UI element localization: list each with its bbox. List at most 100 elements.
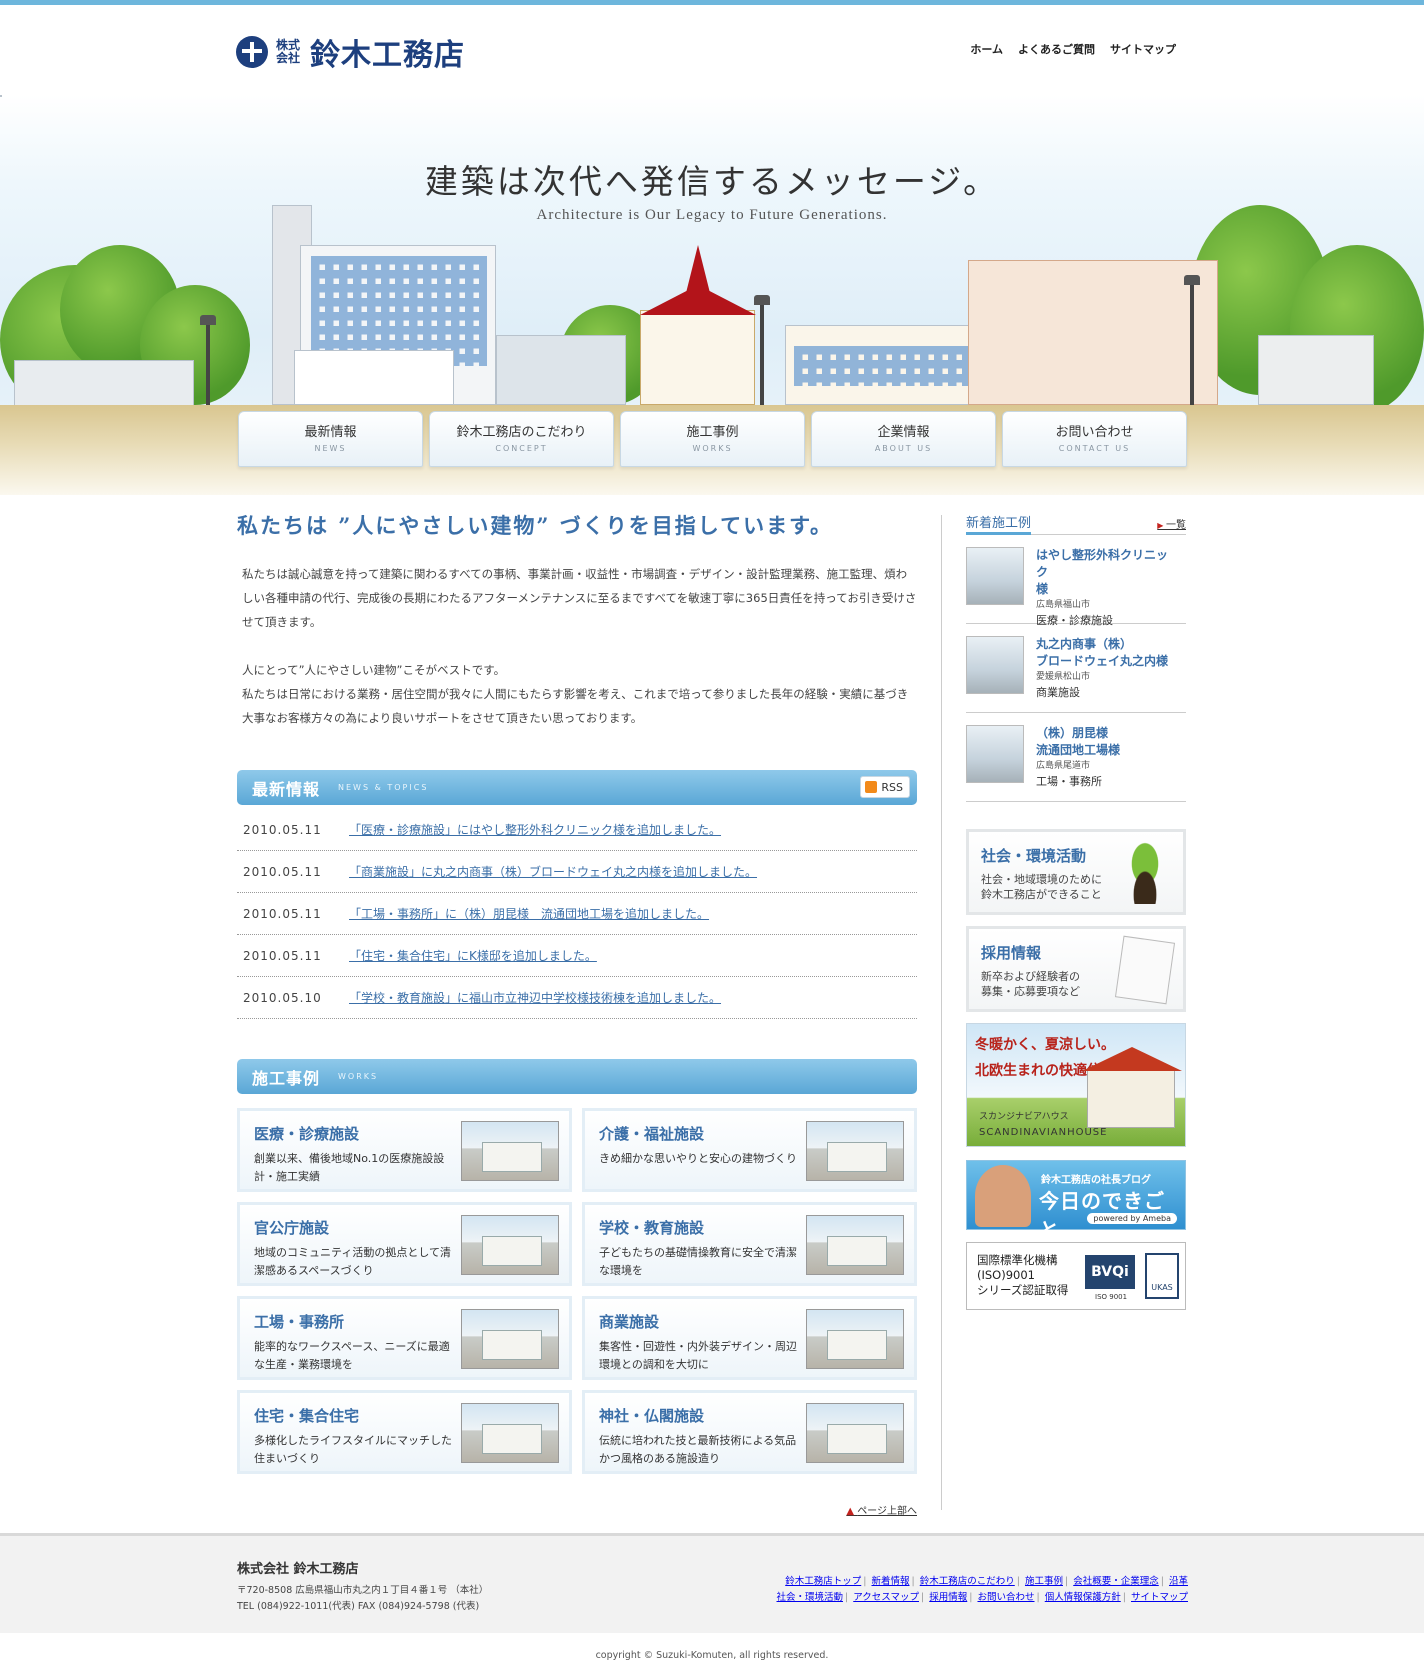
main-nav-sublabel: WORKS	[692, 444, 733, 453]
recruit-banner[interactable]: 採用情報 新卒および経験者の 募集・応募要項など	[966, 926, 1186, 1012]
iso-certification-banner[interactable]: 国際標準化機構 (ISO)9001 シリーズ認証取得 BVQi ISO 9001 U…	[966, 1242, 1186, 1310]
footer-link[interactable]: 施工事例	[1025, 1576, 1063, 1587]
news-item: 2010.05.11 「住宅・集合住宅」にK様邸を追加しました。	[237, 935, 917, 977]
new-work-category: 医療・診療施設	[1036, 614, 1113, 627]
footer-link[interactable]: 鈴木工務店トップ	[785, 1576, 861, 1587]
top-nav-faq[interactable]: よくあるご質問	[1018, 41, 1095, 57]
work-card-photo	[461, 1121, 559, 1181]
footer-link[interactable]: 会社概要・企業理念	[1073, 1576, 1159, 1587]
news-item: 2010.05.11 「商業施設」に丸之内商事（株）ブロードウェイ丸之内様を追加…	[237, 851, 917, 893]
blog-caption: 鈴木工務店の社長ブログ	[1041, 1175, 1151, 1186]
main-nav: 最新情報 NEWS 鈴木工務店のこだわり CONCEPT 施工事例 WORKS …	[238, 411, 1187, 467]
work-card-welfare[interactable]: 介護・福祉施設 きめ細かな思いやりと安心の建物づくり	[582, 1108, 917, 1192]
president-blog-banner[interactable]: 鈴木工務店の社長ブログ 今日のできごと powered by Ameba	[966, 1160, 1186, 1242]
new-work-item[interactable]: 丸之内商事（株） ブロードウェイ丸之内様 愛媛県松山市 商業施設	[966, 624, 1186, 713]
new-work-category: 商業施設	[1036, 686, 1080, 699]
news-header: 最新情報 NEWS & TOPICS RSS	[237, 770, 917, 805]
new-work-info: （株）朋昆様 流通団地工場様 広島県尾道市 工場・事務所	[1024, 725, 1174, 801]
eco-activities-banner[interactable]: 社会・環境活動 社会・地域環境のために 鈴木工務店ができること	[966, 829, 1186, 915]
scandinavian-house-banner[interactable]: 冬暖かく、夏涼しい。 北欧生まれの快適住宅。 スカンジナビアハウス SCANDI…	[966, 1023, 1186, 1147]
main-content: 私たちは ”人にやさしい建物” づくりを目指しています。 私たちは誠心誠意を持っ…	[237, 510, 917, 1517]
banner-brand-kana: スカンジナビアハウス	[979, 1112, 1069, 1122]
new-work-prefecture: 広島県福山市	[1036, 600, 1091, 610]
new-works-more-link[interactable]: 一覧	[1157, 516, 1186, 531]
news-date: 2010.05.11	[243, 822, 322, 837]
work-card-temple[interactable]: 神社・仏閣施設 伝統に培われた技と最新技術による気品かつ風格のある施設造り	[582, 1390, 917, 1474]
notebook-pen-icon	[1114, 935, 1176, 1005]
work-card-photo	[806, 1215, 904, 1275]
main-nav-works[interactable]: 施工事例 WORKS	[620, 411, 805, 467]
work-card-commercial[interactable]: 商業施設 集客性・回遊性・内外装デザイン・周辺環境との調和を大切に	[582, 1296, 917, 1380]
work-card-photo	[461, 1215, 559, 1275]
news-date: 2010.05.11	[243, 906, 322, 921]
new-work-name: （株）朋昆様	[1036, 726, 1109, 740]
footer-link[interactable]: 鈴木工務店のこだわり	[920, 1576, 1015, 1587]
main-nav-contact[interactable]: お問い合わせ CONTACT US	[1002, 411, 1187, 467]
footer-link[interactable]: 沿革	[1169, 1576, 1188, 1587]
work-card-medical[interactable]: 医療・診療施設 創業以来、備後地域No.1の医療施設設計・施工実績	[237, 1108, 572, 1192]
works-subtitle: WORKS	[338, 1072, 379, 1081]
footer-address-line: 〒720-8508 広島県福山市丸之内１丁目４番１号 （本社）	[237, 1585, 489, 1596]
news-date: 2010.05.11	[243, 864, 322, 879]
new-work-name: 丸之内商事（株）	[1036, 637, 1133, 651]
footer-link[interactable]: 社会・環境活動	[777, 1592, 844, 1603]
new-works-header: 新着施工例 一覧	[966, 515, 1186, 535]
sidebar: 新着施工例 一覧 はやし整形外科クリニック 様 広島県福山市 医療・診療施設 丸…	[966, 515, 1186, 1310]
new-work-item[interactable]: はやし整形外科クリニック 様 広島県福山市 医療・診療施設	[966, 535, 1186, 627]
church-illustration	[640, 310, 755, 405]
news-date: 2010.05.10	[243, 990, 322, 1005]
footer-links-row: 社会・環境活動 | アクセスマップ | 採用情報 | お問い合わせ | 個人情報保護方針…	[776, 1592, 1189, 1603]
main-nav-label: 施工事例	[686, 425, 739, 440]
new-work-item[interactable]: （株）朋昆様 流通団地工場様 広島県尾道市 工場・事務所	[966, 713, 1186, 802]
top-accent-bar	[0, 0, 1424, 5]
company-logo[interactable]: 株式会社 鈴木工務店	[236, 34, 465, 73]
work-card-housing[interactable]: 住宅・集合住宅 多様化したライフスタイルにマッチした住まいづくり	[237, 1390, 572, 1474]
copyright: copyright © Suzuki-Komuten, all rights r…	[595, 1650, 829, 1661]
footer-link[interactable]: お問い合わせ	[977, 1592, 1034, 1603]
footer-link[interactable]: 新着情報	[871, 1576, 909, 1587]
new-work-prefecture: 愛媛県松山市	[1036, 672, 1091, 682]
work-card-desc: 集客性・回遊性・内外装デザイン・周辺環境との調和を大切に	[599, 1340, 797, 1371]
logo-company-name: 鈴木工務店	[310, 38, 465, 73]
main-nav-sublabel: CONCEPT	[495, 444, 548, 453]
street-lamp-illustration	[200, 315, 216, 405]
footer-link[interactable]: アクセスマップ	[853, 1592, 919, 1603]
works-title: 施工事例	[252, 1068, 321, 1088]
work-card-photo	[806, 1403, 904, 1463]
intro-paragraph: 人にとって”人にやさしい建物”こそがベストです。 私たちは日常における業務・居住空…	[242, 658, 917, 730]
new-work-photo	[966, 725, 1024, 783]
work-card-factory[interactable]: 工場・事務所 能率的なワークスペース、ニーズに最適な生産・業務環境を	[237, 1296, 572, 1380]
new-work-name: ブロードウェイ丸之内様	[1036, 654, 1169, 668]
work-card-photo	[461, 1403, 559, 1463]
news-link[interactable]: 「工場・事務所」に（株）朋昆様 流通団地工場を追加しました。	[349, 905, 709, 922]
main-nav-sublabel: ABOUT US	[874, 444, 933, 453]
top-nav-sitemap[interactable]: サイトマップ	[1110, 41, 1176, 57]
intro-text: 私たちは誠心誠意を持って建築に関わるすべての事柄、事業計画・収益性・市場調査・デ…	[237, 562, 917, 730]
work-card-desc: 地域のコミュニティ活動の拠点として清潔感あるスペースづくり	[254, 1246, 452, 1277]
work-card-school[interactable]: 学校・教育施設 子どもたちの基礎情操教育に安全で清潔な環境を	[582, 1202, 917, 1286]
news-link[interactable]: 「医療・診療施設」にはやし整形外科クリニック様を追加しました。	[349, 821, 721, 838]
top-nav: ホーム よくあるご質問 サイトマップ	[970, 41, 1176, 57]
work-card-government[interactable]: 官公庁施設 地域のコミュニティ活動の拠点として清潔感あるスペースづくり	[237, 1202, 572, 1286]
intro-line: 人にとって”人にやさしい建物”こそがベストです。	[242, 663, 506, 677]
rss-button[interactable]: RSS	[860, 776, 910, 798]
news-link[interactable]: 「住宅・集合住宅」にK様邸を追加しました。	[349, 947, 597, 964]
house-illustration	[1082, 1047, 1182, 1128]
main-nav-news[interactable]: 最新情報 NEWS	[238, 411, 423, 467]
seedling-icon	[1119, 842, 1171, 904]
top-nav-home[interactable]: ホーム	[970, 41, 1003, 57]
main-nav-about[interactable]: 企業情報 ABOUT US	[811, 411, 996, 467]
footer-company-name: 株式会社 鈴木工務店	[237, 1562, 359, 1577]
footer-link[interactable]: サイトマップ	[1131, 1592, 1188, 1603]
banner-desc-line: 鈴木工務店ができること	[981, 888, 1102, 901]
footer-link[interactable]: 個人情報保護方針	[1045, 1592, 1121, 1603]
news-link[interactable]: 「商業施設」に丸之内商事（株）ブロードウェイ丸之内様を追加しました。	[349, 863, 757, 880]
new-work-category: 工場・事務所	[1036, 775, 1102, 788]
page-top-link[interactable]: ページ上部へ	[846, 1502, 917, 1517]
news-link[interactable]: 「学校・教育施設」に福山市立神辺中学校様技術棟を追加しました。	[349, 989, 721, 1006]
new-work-name: 流通団地工場様	[1036, 743, 1121, 757]
main-nav-concept[interactable]: 鈴木工務店のこだわり CONCEPT	[429, 411, 614, 467]
footer-contact-line: TEL (084)922-1011(代表) FAX (084)924-5798 …	[237, 1601, 480, 1612]
footer-link[interactable]: 採用情報	[929, 1592, 967, 1603]
work-card-photo	[806, 1309, 904, 1369]
